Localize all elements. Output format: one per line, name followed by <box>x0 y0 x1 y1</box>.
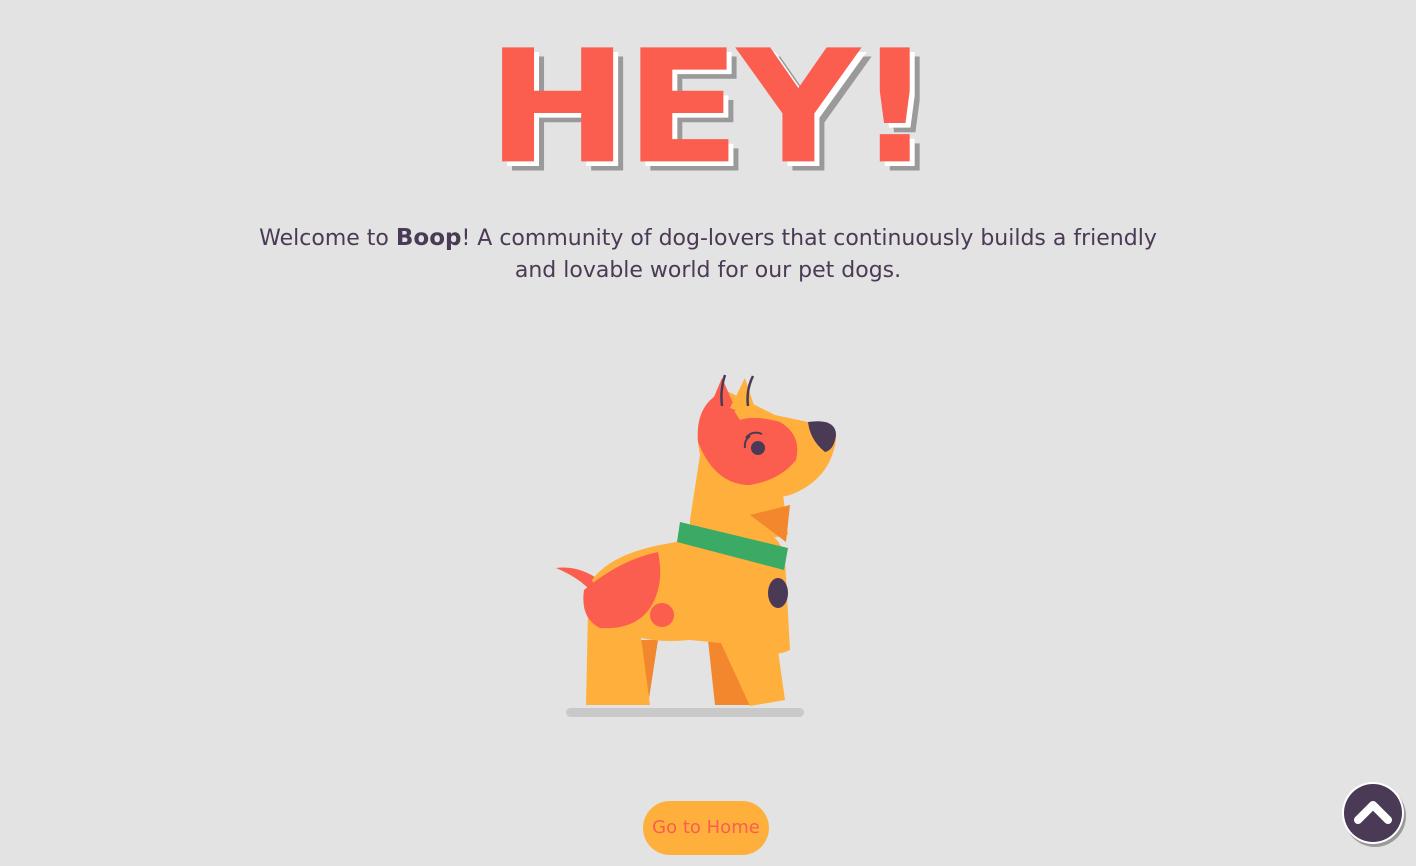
dog-illustration <box>540 360 860 730</box>
scroll-to-top-button[interactable] <box>1344 784 1402 842</box>
body-spot <box>650 603 674 627</box>
dog-icon <box>556 374 837 717</box>
welcome-prefix: Welcome to <box>259 226 396 251</box>
dog-shadow <box>566 708 804 717</box>
hero-title: HEY! <box>486 16 933 200</box>
go-to-home-button[interactable]: Go to Home <box>643 801 769 855</box>
welcome-text: Welcome to Boop! A community of dog-love… <box>258 222 1158 287</box>
brand-name: Boop <box>395 225 462 251</box>
dog-eye <box>751 441 765 455</box>
chevron-up-icon <box>1354 801 1392 824</box>
welcome-suffix: ! A community of dog-lovers that continu… <box>461 226 1157 283</box>
collar-tag <box>768 578 788 608</box>
page: HEY! Welcome to Boop! A community of dog… <box>0 0 1416 866</box>
